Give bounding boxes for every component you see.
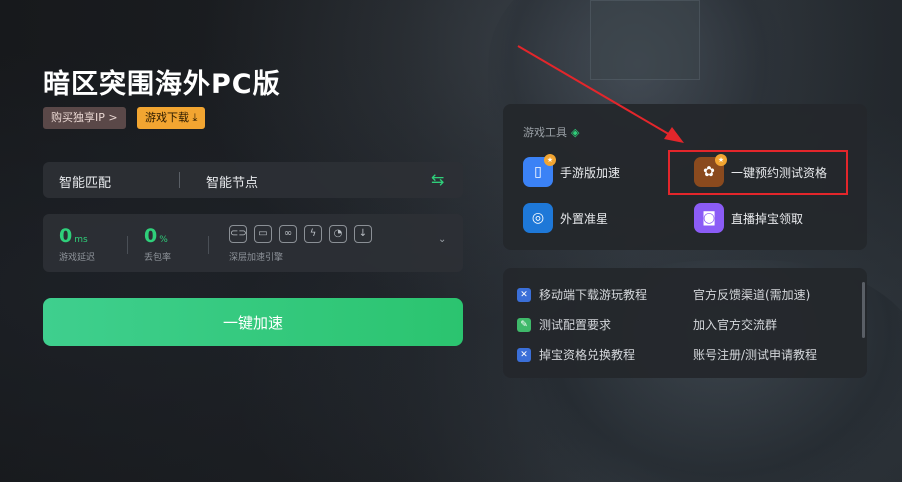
game-title: 暗区突围海外PC版 (43, 69, 281, 100)
swap-icon[interactable]: ⇆ (431, 170, 444, 189)
star-badge-icon: ★ (544, 154, 556, 166)
tool-label: 外置准星 (560, 211, 609, 226)
link-join-group[interactable]: 加入官方交流群 (693, 316, 777, 333)
link-test-config[interactable]: ✎ 测试配置要求 (517, 316, 611, 333)
tool-crosshair[interactable]: ◎ 外置准星 (523, 203, 608, 233)
latency-unit: ms (74, 235, 88, 245)
node-selector[interactable]: 智能匹配 智能节点 ⇆ (43, 162, 463, 198)
game-download-button[interactable]: 游戏下载 ⤓ (137, 107, 206, 129)
cube-icon: ◈ (571, 126, 580, 139)
divider (127, 236, 128, 254)
tutorial-links-panel: ✕ 移动端下载游玩教程 官方反馈渠道(需加速) ✎ 测试配置要求 加入官方交流群… (503, 268, 867, 378)
packet-loss-value: 0% (144, 225, 168, 247)
tutorial-icon: ✕ (517, 347, 531, 362)
game-tools-title: 游戏工具 ◈ (523, 126, 580, 139)
match-mode-label[interactable]: 智能匹配 (59, 172, 111, 191)
loop-icon[interactable]: ∞ (279, 225, 297, 243)
tool-label: 直播掉宝领取 (731, 211, 804, 226)
divider (179, 172, 180, 188)
node-label[interactable]: 智能节点 (206, 172, 258, 191)
background-helmet-plate (590, 0, 700, 80)
tutorial-icon: ✕ (517, 287, 531, 302)
mobile-icon: ▯ ★ (523, 154, 556, 187)
download-icon[interactable]: ↓ (354, 225, 372, 243)
packet-loss-unit: % (159, 235, 168, 245)
packet-loss-label: 丢包率 (144, 253, 172, 263)
link-icon[interactable]: ⊂⊃ (229, 225, 247, 243)
engine-icons: ⊂⊃ ▭ ∞ ϟ ◔ ↓ (229, 225, 372, 243)
link-mobile-download[interactable]: ✕ 移动端下载游玩教程 (517, 286, 647, 303)
scrollbar[interactable] (862, 282, 865, 338)
twitch-icon: ◙ (694, 203, 724, 233)
latency-label: 游戏延迟 (59, 253, 96, 263)
tool-mobile-accelerate[interactable]: ▯ ★ 手游版加速 (523, 154, 621, 187)
stats-panel: 0 ms 游戏延迟 0% 丢包率 ⊂⊃ ▭ ∞ ϟ ◔ ↓ 深层加速引擎 ⌄ (43, 214, 463, 272)
tool-twitch-drops[interactable]: ◙ 直播掉宝领取 (694, 203, 803, 233)
timer-icon[interactable]: ◔ (329, 225, 347, 243)
engine-label: 深层加速引擎 (229, 253, 284, 263)
link-account-register[interactable]: 账号注册/测试申请教程 (693, 346, 817, 363)
bolt-icon[interactable]: ϟ (304, 225, 322, 243)
crosshair-icon: ◎ (523, 203, 553, 233)
chevron-down-icon[interactable]: ⌄ (438, 234, 446, 245)
link-feedback[interactable]: 官方反馈渠道(需加速) (693, 286, 810, 303)
edit-icon: ✎ (517, 317, 531, 332)
latency-value: 0 ms (59, 225, 88, 247)
divider (208, 236, 209, 254)
buy-ip-button[interactable]: 购买独享IP > (43, 107, 126, 129)
screen-icon[interactable]: ▭ (254, 225, 272, 243)
highlight-box (668, 150, 848, 195)
one-click-accelerate-button[interactable]: 一键加速 (43, 298, 463, 346)
tool-label: 手游版加速 (560, 165, 621, 180)
link-drops-redeem[interactable]: ✕ 掉宝资格兑换教程 (517, 346, 635, 363)
